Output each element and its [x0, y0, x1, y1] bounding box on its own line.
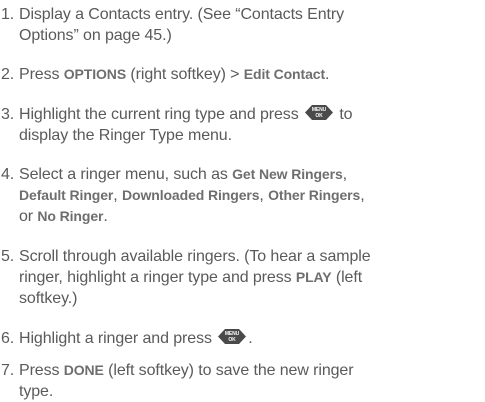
step-number: 4.: [1, 166, 15, 183]
text-run: (right softkey) >: [126, 66, 244, 83]
step-number: 5.: [1, 248, 15, 265]
text-run: Press: [19, 66, 64, 83]
step-text-line: display the Ringer Type menu.: [19, 125, 484, 146]
step-text-line: Options” on page 45.): [19, 25, 484, 46]
step-item: 2. Press OPTIONS (right softkey) > Edit C…: [0, 64, 485, 85]
text-run: Highlight the current ring type and pres…: [19, 106, 303, 123]
svg-text:OK: OK: [229, 337, 237, 343]
text-run: ,: [342, 166, 348, 183]
text-run: (left: [331, 269, 363, 286]
text-run: Select a ringer menu, such as: [19, 166, 233, 183]
emphasized-term: Downloaded Ringers: [121, 187, 260, 203]
text-run: .: [248, 330, 253, 347]
text-run: .: [103, 208, 108, 225]
step-text: Press DONE (left softkey) to save the ne…: [19, 360, 484, 402]
step-item: 5. Scroll through available ringers. (To …: [0, 246, 485, 309]
text-run: Press: [19, 362, 64, 379]
text-run: .: [325, 66, 330, 83]
text-run: ,: [113, 187, 122, 204]
step-number: 1.: [1, 6, 15, 23]
text-run: ,: [259, 187, 269, 204]
step-text-line: ringer, highlight a ringer type and pres…: [19, 267, 484, 288]
text-run: type.: [19, 383, 54, 400]
step-number: 2.: [1, 66, 15, 83]
emphasized-term: DONE: [63, 362, 104, 378]
step-item: 7. Press DONE (left softkey) to save the …: [0, 360, 485, 402]
text-run: ,: [360, 187, 365, 204]
text-run: softkey.): [19, 290, 78, 307]
emphasized-term: Other Ringers: [268, 187, 361, 203]
step-item: 4. Select a ringer menu, such as Get New …: [0, 164, 485, 227]
step-text-line: Display a Contacts entry. (See “Contacts…: [19, 4, 484, 25]
text-run: Options” on page 45.): [19, 27, 172, 44]
step-number: 7.: [1, 362, 15, 379]
text-run: Scroll through available ringers. (To he…: [19, 248, 371, 265]
text-run: Highlight a ringer and press: [19, 330, 217, 347]
step-text-line: Highlight the current ring type and pres…: [19, 104, 484, 125]
text-run: Display a Contacts entry. (See “Contacts…: [19, 6, 345, 23]
text-run: or: [19, 208, 38, 225]
step-text-line: Highlight a ringer and press MENU OK.: [19, 328, 484, 349]
emphasized-term: Default Ringer: [19, 187, 114, 203]
step-text: Display a Contacts entry. (See “Contacts…: [19, 4, 484, 46]
step-text-line: softkey.): [19, 288, 484, 309]
step-text: Scroll through available ringers. (To he…: [19, 246, 484, 309]
step-text: Highlight a ringer and press MENU OK.: [19, 328, 484, 349]
emphasized-term: Get New Ringers: [232, 166, 343, 182]
step-text: Select a ringer menu, such as Get New Ri…: [19, 164, 484, 227]
step-number: 3.: [1, 106, 15, 123]
text-run: ringer, highlight a ringer type and pres…: [19, 269, 296, 286]
step-item: 3. Highlight the current ring type and pr…: [0, 104, 485, 146]
svg-text:OK: OK: [315, 113, 323, 119]
step-item: 6. Highlight a ringer and press MENU OK.: [0, 328, 485, 349]
menu-ok-key-icon: MENUOK: [218, 329, 247, 344]
menu-ok-key-icon: MENUOK: [304, 105, 333, 120]
step-text: Press OPTIONS (right softkey) > Edit Con…: [19, 64, 484, 85]
step-text-line: Scroll through available ringers. (To he…: [19, 246, 484, 267]
step-text-line: Press OPTIONS (right softkey) > Edit Con…: [19, 64, 484, 85]
emphasized-term: OPTIONS: [63, 66, 127, 82]
step-text-line: Default Ringer, Downloaded Ringers, Othe…: [19, 185, 484, 206]
step-text-line: Press DONE (left softkey) to save the ne…: [19, 360, 484, 381]
emphasized-term: PLAY: [295, 269, 332, 285]
text-run: (left softkey) to save the new ringer: [103, 362, 354, 379]
emphasized-term: Edit Contact: [243, 66, 326, 82]
step-text-line: type.: [19, 381, 484, 402]
text-run: to: [334, 106, 353, 123]
step-text-line: or No Ringer.: [19, 206, 484, 227]
step-text: Highlight the current ring type and pres…: [19, 104, 484, 146]
text-run: display the Ringer Type menu.: [19, 127, 232, 144]
step-item: 1. Display a Contacts entry. (See “Contac…: [0, 4, 485, 46]
step-number: 6.: [1, 330, 15, 347]
step-text-line: Select a ringer menu, such as Get New Ri…: [19, 164, 484, 185]
emphasized-term: No Ringer: [37, 208, 104, 224]
